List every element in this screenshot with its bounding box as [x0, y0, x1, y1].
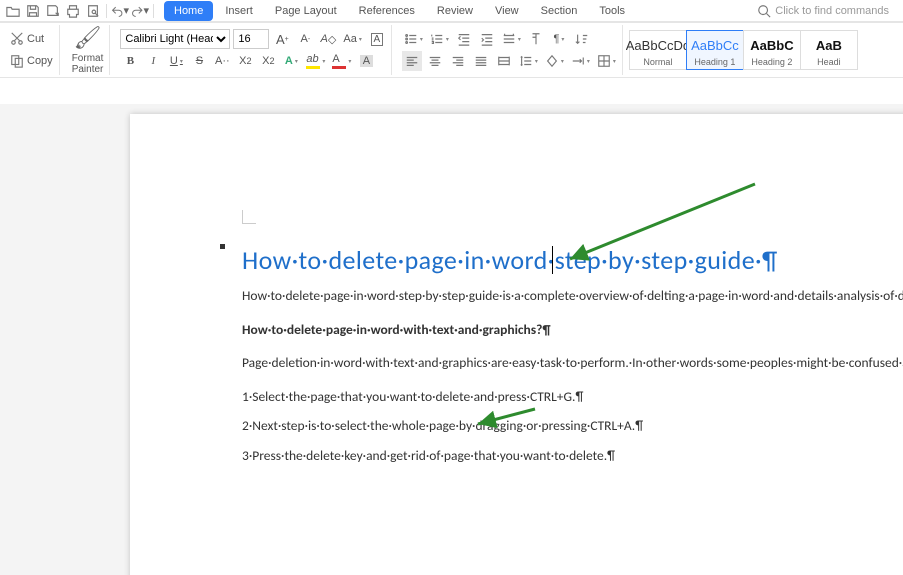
- group-paragraph: ▾ ▾ ▾ ¶▾ ▾ ▾ ▾ ▾: [398, 25, 623, 75]
- tab-insert[interactable]: Insert: [215, 1, 263, 21]
- search-placeholder: Click to find commands: [775, 5, 889, 17]
- style-label: Heading 2: [751, 57, 792, 67]
- group-font: Calibri Light (Headi A+ A- A◇ Aa▾ A B I …: [116, 25, 391, 75]
- style-heading-2[interactable]: AaBbCHeading 2: [743, 30, 801, 70]
- tab-references[interactable]: References: [349, 1, 425, 21]
- subscript-button[interactable]: X2: [258, 51, 278, 71]
- doc-list-item[interactable]: 3·Press·the·delete·key·and·get·rid·of·pa…: [242, 446, 890, 466]
- align-center-button[interactable]: [425, 51, 445, 71]
- shrink-font-button[interactable]: A-: [295, 29, 315, 49]
- align-left-button[interactable]: [402, 51, 422, 71]
- style-label: Heading 1: [694, 57, 735, 67]
- tab-section[interactable]: Section: [531, 1, 588, 21]
- paragraph-mark-button[interactable]: ¶▾: [549, 29, 569, 49]
- doc-paragraph[interactable]: Page·deletion·in·word·with·text·and·grap…: [242, 353, 890, 373]
- doc-list-item[interactable]: 1·Select·the·page·that·you·want·to·delet…: [242, 387, 890, 407]
- grow-font-button[interactable]: A+: [272, 29, 292, 49]
- separator: [106, 4, 107, 18]
- command-search[interactable]: Click to find commands: [757, 4, 893, 18]
- style-headi[interactable]: AaBHeadi: [800, 30, 858, 70]
- brush-icon: 🖌: [74, 25, 102, 51]
- line-spacing-button[interactable]: ▾: [517, 51, 540, 71]
- shading-button[interactable]: ▾: [543, 51, 566, 71]
- style-sample: AaBbCcDd: [626, 33, 690, 57]
- dec-indent-button[interactable]: [454, 29, 474, 49]
- tabs-button[interactable]: ▾: [569, 51, 592, 71]
- saveas-icon[interactable]: [44, 2, 62, 20]
- font-size-input[interactable]: [233, 29, 269, 49]
- text-direction-button[interactable]: [526, 29, 546, 49]
- search-icon: [757, 4, 771, 18]
- group-styles: AaBbCcDdNormalAaBbCcHeading 1AaBbCHeadin…: [629, 25, 858, 75]
- tab-review[interactable]: Review: [427, 1, 483, 21]
- tab-page-layout[interactable]: Page Layout: [265, 1, 347, 21]
- style-sample: AaB: [816, 33, 842, 57]
- borders-button[interactable]: ▾: [595, 51, 618, 71]
- open-icon[interactable]: [4, 2, 22, 20]
- strike-button[interactable]: S: [189, 51, 209, 71]
- numbering-button[interactable]: ▾: [428, 29, 451, 49]
- font-name-select[interactable]: Calibri Light (Headi: [120, 29, 230, 49]
- change-case-button[interactable]: Aa▾: [341, 29, 363, 49]
- align-right-button[interactable]: [448, 51, 468, 71]
- bold-button[interactable]: B: [120, 51, 140, 71]
- superscript-button[interactable]: X2: [235, 51, 255, 71]
- doc-heading-2[interactable]: How·to·delete·page·in·word·with·text·and…: [242, 320, 890, 340]
- style-sample: AaBbC: [750, 33, 793, 57]
- emphasis-button[interactable]: A··: [212, 51, 232, 71]
- style-label: Headi: [817, 57, 841, 67]
- cut-button[interactable]: Cut: [8, 29, 46, 49]
- font-color-button[interactable]: A▾: [330, 51, 353, 71]
- inc-indent-button[interactable]: [477, 29, 497, 49]
- quick-access-toolbar: ▾ ▾ Home Insert Page Layout References R…: [0, 0, 903, 22]
- sort-button[interactable]: [572, 29, 592, 49]
- group-clipboard: Cut Copy: [4, 25, 60, 75]
- style-label: Normal: [643, 57, 672, 67]
- undo-icon[interactable]: ▾: [111, 2, 129, 20]
- save-icon[interactable]: [24, 2, 42, 20]
- loose-justify-button[interactable]: ▾: [500, 29, 523, 49]
- doc-list-item[interactable]: 2·Next·step·is·to·select·the·whole·page·…: [242, 416, 890, 436]
- tab-home[interactable]: Home: [164, 1, 213, 21]
- copy-button[interactable]: Copy: [8, 51, 55, 71]
- tab-tools[interactable]: Tools: [589, 1, 635, 21]
- text-effects-button[interactable]: A▾: [281, 51, 301, 71]
- tab-view[interactable]: View: [485, 1, 529, 21]
- separator: [153, 4, 154, 18]
- anchor-dot: [220, 244, 225, 249]
- justify-button[interactable]: [471, 51, 491, 71]
- menu-bar: Home Insert Page Layout References Revie…: [158, 0, 899, 22]
- style-heading-1[interactable]: AaBbCcHeading 1: [686, 30, 744, 70]
- style-sample: AaBbCc: [691, 33, 739, 57]
- ribbon: Cut Copy 🖌 Format Painter Calibri Light …: [0, 22, 903, 78]
- char-shading-button[interactable]: A: [356, 51, 376, 71]
- format-painter-button[interactable]: 🖌 Format Painter: [66, 25, 111, 75]
- highlight-button[interactable]: ab▾: [304, 51, 327, 71]
- italic-button[interactable]: I: [143, 51, 163, 71]
- bullets-button[interactable]: ▾: [402, 29, 425, 49]
- margin-corner: [242, 210, 256, 224]
- style-gallery[interactable]: AaBbCcDdNormalAaBbCcHeading 1AaBbCHeadin…: [629, 30, 858, 70]
- underline-button[interactable]: U▾: [166, 51, 186, 71]
- doc-heading-1[interactable]: How·to·delete·page·in·word·step·by·step·…: [242, 244, 890, 276]
- print-preview-icon[interactable]: [84, 2, 102, 20]
- redo-icon[interactable]: ▾: [131, 2, 149, 20]
- document-page[interactable]: How·to·delete·page·in·word·step·by·step·…: [130, 114, 903, 575]
- style-normal[interactable]: AaBbCcDdNormal: [629, 30, 687, 70]
- document-area: ▾ How·to·delete·page·in·word·step·by·ste…: [0, 104, 903, 575]
- print-icon[interactable]: [64, 2, 82, 20]
- distributed-button[interactable]: [494, 51, 514, 71]
- format-painter-label: Format Painter: [72, 53, 104, 75]
- char-border-button[interactable]: A: [367, 29, 387, 49]
- doc-paragraph[interactable]: How·to·delete·page·in·word·step·by·step·…: [242, 286, 890, 306]
- clear-format-button[interactable]: A◇: [318, 29, 338, 49]
